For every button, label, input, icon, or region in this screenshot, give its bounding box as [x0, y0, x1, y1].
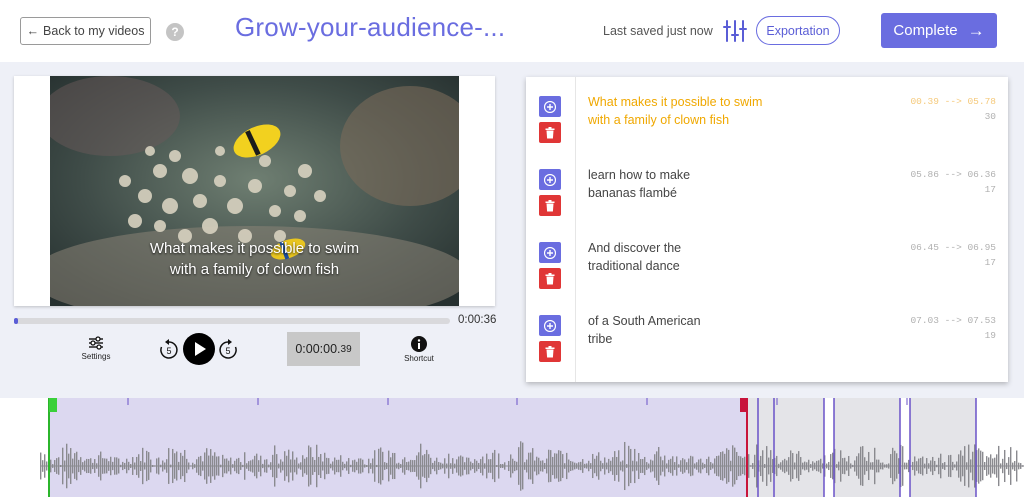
settings-button[interactable]: Settings	[78, 336, 114, 361]
back-to-videos-button[interactable]: ← Back to my videos	[20, 17, 151, 45]
timecode-ms: 39	[340, 343, 352, 355]
end-time: 05.78	[967, 96, 996, 107]
char-count: 30	[984, 111, 996, 122]
delete-subtitle-button[interactable]	[539, 268, 561, 289]
caption-line-2: with a family of clown fish	[169, 261, 340, 278]
add-subtitle-button[interactable]	[539, 242, 561, 263]
subtitle-line-1: learn how to make	[588, 168, 691, 182]
subtitle-text[interactable]: of a South American tribe	[588, 312, 778, 348]
complete-button[interactable]: Complete →	[881, 13, 997, 48]
add-subtitle-button[interactable]	[539, 315, 561, 336]
subtitle-timing[interactable]: 05.86 --> 06.36	[910, 166, 996, 184]
delete-subtitle-button[interactable]	[539, 195, 561, 216]
delete-subtitle-button[interactable]	[539, 341, 561, 362]
settings-sliders-icon	[89, 336, 103, 350]
trash-icon	[545, 199, 555, 211]
subtitle-line-2: tribe	[588, 332, 613, 346]
subtitle-text[interactable]: learn how to make bananas flambé	[588, 166, 778, 202]
subtitle-row[interactable]: learn how to make bananas flambé 05.86 -…	[526, 150, 1008, 223]
forward-seconds: 5	[225, 346, 230, 356]
rewind-5-icon[interactable]: 5	[158, 339, 180, 361]
trash-icon	[545, 272, 555, 284]
shortcut-label: Shortcut	[404, 354, 434, 363]
settings-label: Settings	[81, 352, 111, 361]
timecode-main: 0:00:00.	[295, 342, 341, 356]
top-bar: ← Back to my videos ? Grow-your-audience…	[0, 0, 1024, 62]
start-time: 00.39	[910, 96, 939, 107]
subtitle-row[interactable]: And discover the traditional dance 06.45…	[526, 223, 1008, 296]
rewind-seconds: 5	[166, 346, 171, 356]
play-button[interactable]	[183, 333, 215, 365]
start-time: 05.86	[910, 169, 939, 180]
playhead-handle[interactable]	[49, 398, 57, 412]
video-frame[interactable]: What makes it possible to swim with a fa…	[50, 76, 459, 306]
subtitle-timing[interactable]: 06.45 --> 06.95	[910, 239, 996, 257]
progress-fill	[14, 318, 19, 324]
back-button-label: Back to my videos	[43, 24, 145, 38]
delete-subtitle-button[interactable]	[539, 122, 561, 143]
end-time: 06.36	[967, 169, 996, 180]
add-subtitle-button[interactable]	[539, 169, 561, 190]
subtitle-line-1: of a South American	[588, 314, 701, 328]
subtitle-list: What makes it possible to swim with a fa…	[526, 77, 1008, 382]
current-timecode[interactable]: 0:00:00. 39	[287, 332, 360, 366]
subtitle-timing[interactable]: 07.03 --> 07.53	[910, 312, 996, 330]
selected-segment[interactable]	[48, 398, 748, 497]
segment-end-line[interactable]	[746, 398, 748, 497]
char-count: 17	[984, 257, 996, 268]
caption-line-1: What makes it possible to swim	[149, 240, 360, 257]
subtitle-line-2: with a family of clown fish	[588, 113, 730, 127]
segment-block[interactable]	[758, 398, 824, 497]
exportation-button[interactable]: Exportation	[756, 16, 840, 45]
end-time: 06.95	[967, 242, 996, 253]
char-count: 19	[984, 330, 996, 341]
trash-icon	[545, 345, 555, 357]
project-title[interactable]: Grow-your-audience-...	[235, 12, 505, 43]
editor-workspace: What makes it possible to swim with a fa…	[0, 62, 1024, 398]
save-status: Last saved just now	[603, 24, 713, 38]
waveform-canvas[interactable]	[0, 398, 1024, 497]
char-count: 17	[984, 184, 996, 195]
plus-circle-icon	[544, 319, 556, 332]
sliders-icon[interactable]	[722, 18, 748, 44]
add-subtitle-button[interactable]	[539, 96, 561, 117]
info-icon	[411, 336, 427, 352]
subtitle-row[interactable]: What makes it possible to swim with a fa…	[526, 77, 1008, 150]
video-progress-bar[interactable]	[14, 318, 450, 324]
start-time: 07.03	[910, 315, 939, 326]
shortcut-button[interactable]: Shortcut	[398, 336, 440, 363]
video-duration: 0:00:36	[458, 314, 497, 326]
subtitle-line-2: traditional dance	[588, 259, 680, 273]
segment-block[interactable]	[910, 398, 976, 497]
forward-5-icon[interactable]: 5	[217, 339, 239, 361]
playhead-line[interactable]	[48, 398, 50, 497]
subtitle-row[interactable]: of a South American tribe 07.03 --> 07.5…	[526, 296, 1008, 369]
plus-circle-icon	[544, 246, 556, 259]
plus-circle-icon	[544, 100, 556, 113]
end-time: 07.53	[967, 315, 996, 326]
plus-circle-icon	[544, 173, 556, 186]
play-icon	[195, 342, 206, 356]
start-time: 06.45	[910, 242, 939, 253]
question-circle-icon[interactable]: ?	[166, 23, 184, 41]
caption-overlay: What makes it possible to swim with a fa…	[50, 238, 459, 280]
trash-icon	[545, 126, 555, 138]
complete-button-label: Complete	[893, 22, 958, 39]
subtitle-text[interactable]: And discover the traditional dance	[588, 239, 778, 275]
subtitle-line-2: bananas flambé	[588, 186, 677, 200]
video-player: What makes it possible to swim with a fa…	[14, 76, 495, 306]
subtitle-line-1: And discover the	[588, 241, 682, 255]
subtitle-timing[interactable]: 00.39 --> 05.78	[910, 93, 996, 111]
subtitle-line-1: What makes it possible to swim	[588, 95, 763, 109]
segment-end-handle[interactable]	[740, 398, 748, 412]
segment-block[interactable]	[834, 398, 900, 497]
arrow-right-icon: →	[967, 20, 985, 40]
subtitle-text[interactable]: What makes it possible to swim with a fa…	[588, 93, 778, 129]
audio-waveform-timeline[interactable]	[0, 398, 1024, 497]
arrow-left-icon: ←	[26, 24, 40, 38]
